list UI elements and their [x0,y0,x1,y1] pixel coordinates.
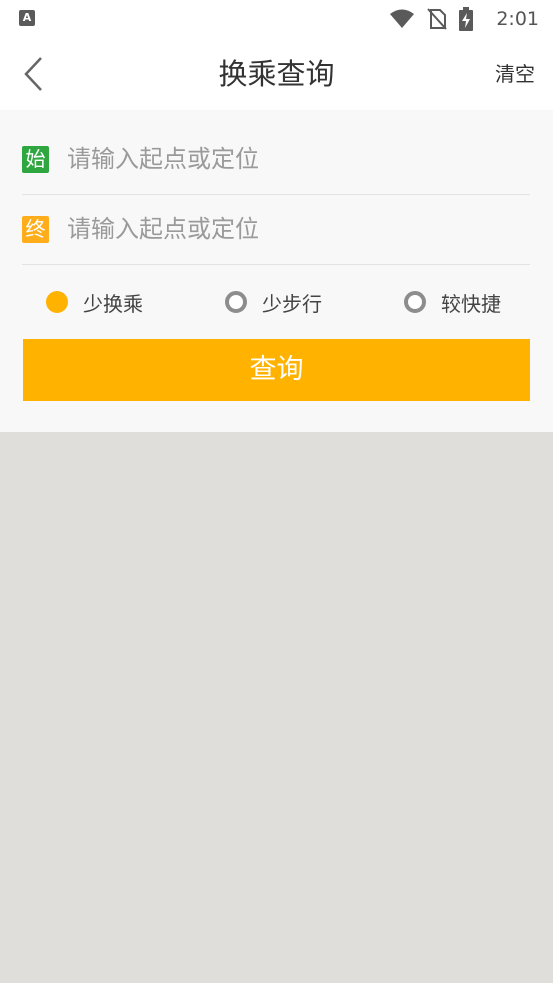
option-faster[interactable]: 较快捷 [404,282,501,322]
status-icons [389,6,473,32]
radio-selected [46,291,68,313]
option-fewer-transfers[interactable]: 少换乘 [46,282,143,322]
back-button[interactable] [12,52,56,96]
end-row: 终 [22,194,530,265]
battery-charging-icon [459,7,473,31]
chevron-left-icon [24,57,42,91]
radio-unselected [404,291,426,313]
clear-button[interactable]: 清空 [495,56,535,92]
radio-unselected [225,291,247,313]
start-input[interactable] [67,139,507,179]
start-tag: 始 [22,145,49,173]
query-button[interactable]: 查询 [23,339,530,401]
status-bar: A 2:01 [0,0,553,38]
option-label: 少步行 [262,291,322,316]
option-label: 少换乘 [83,291,143,316]
route-options: 少换乘 少步行 较快捷 [0,282,553,322]
status-time: 2:01 [496,8,539,30]
nav-bar: 换乘查询 清空 [0,38,553,110]
end-input[interactable] [67,209,507,249]
no-sim-icon [427,8,447,30]
wifi-icon [390,9,414,28]
map-area[interactable] [0,432,553,983]
option-less-walking[interactable]: 少步行 [225,282,322,322]
option-label: 较快捷 [441,291,501,316]
start-row: 始 [22,124,530,195]
route-form: 始 终 少换乘 少步行 较快捷 查询 [0,110,553,432]
app-notification-icon: A [19,10,35,26]
page-title: 换乘查询 [218,57,335,91]
end-tag: 终 [22,215,49,243]
